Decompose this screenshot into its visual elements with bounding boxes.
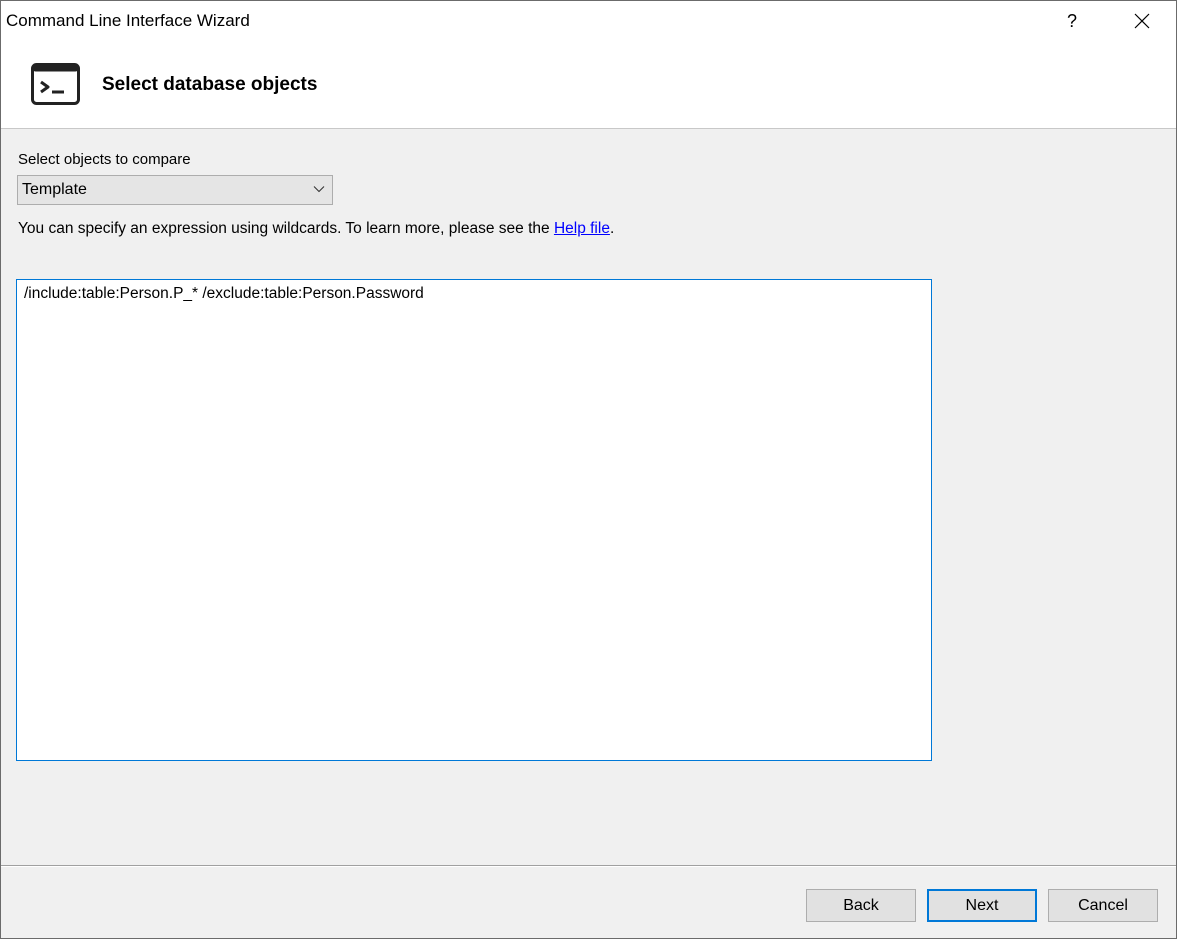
hint-period: .: [609, 220, 615, 237]
wizard-window: Command Line Interface Wizard ? Select d…: [0, 0, 1177, 939]
chevron-down-icon: [313, 186, 325, 193]
expression-textarea[interactable]: /include:table:Person.P_* /exclude:table…: [16, 279, 932, 761]
wildcard-hint: You can specify an expression using wild…: [18, 220, 614, 238]
cancel-button[interactable]: Cancel: [1048, 889, 1158, 922]
window-title: Command Line Interface Wizard: [6, 11, 250, 30]
compare-select-value: Template: [22, 181, 87, 198]
wizard-header: Select database objects: [1, 43, 1176, 129]
help-button[interactable]: ?: [1049, 1, 1095, 41]
page-title: Select database objects: [102, 74, 318, 95]
footer-divider-highlight: [1, 866, 1176, 867]
help-icon: ?: [1066, 10, 1077, 31]
compare-label: Select objects to compare: [18, 151, 191, 168]
compare-select[interactable]: Template: [17, 175, 333, 205]
help-file-link[interactable]: Help file: [554, 220, 610, 237]
next-button[interactable]: Next: [927, 889, 1037, 922]
close-icon: [1134, 13, 1150, 29]
terminal-icon: [31, 63, 80, 105]
hint-text: You can specify an expression using wild…: [18, 220, 554, 237]
title-bar: Command Line Interface Wizard ?: [1, 1, 1176, 43]
back-button[interactable]: Back: [806, 889, 916, 922]
wizard-content: Select objects to compare Template You c…: [1, 130, 1176, 865]
close-button[interactable]: [1119, 1, 1165, 41]
